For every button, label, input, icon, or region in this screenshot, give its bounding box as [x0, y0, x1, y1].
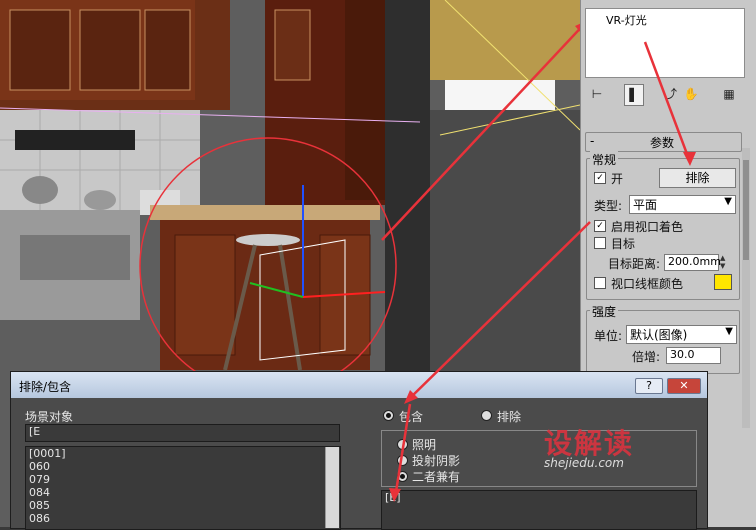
watermark-url: shejiedu.com: [544, 456, 624, 470]
annotation-arrows: [389, 41, 696, 502]
